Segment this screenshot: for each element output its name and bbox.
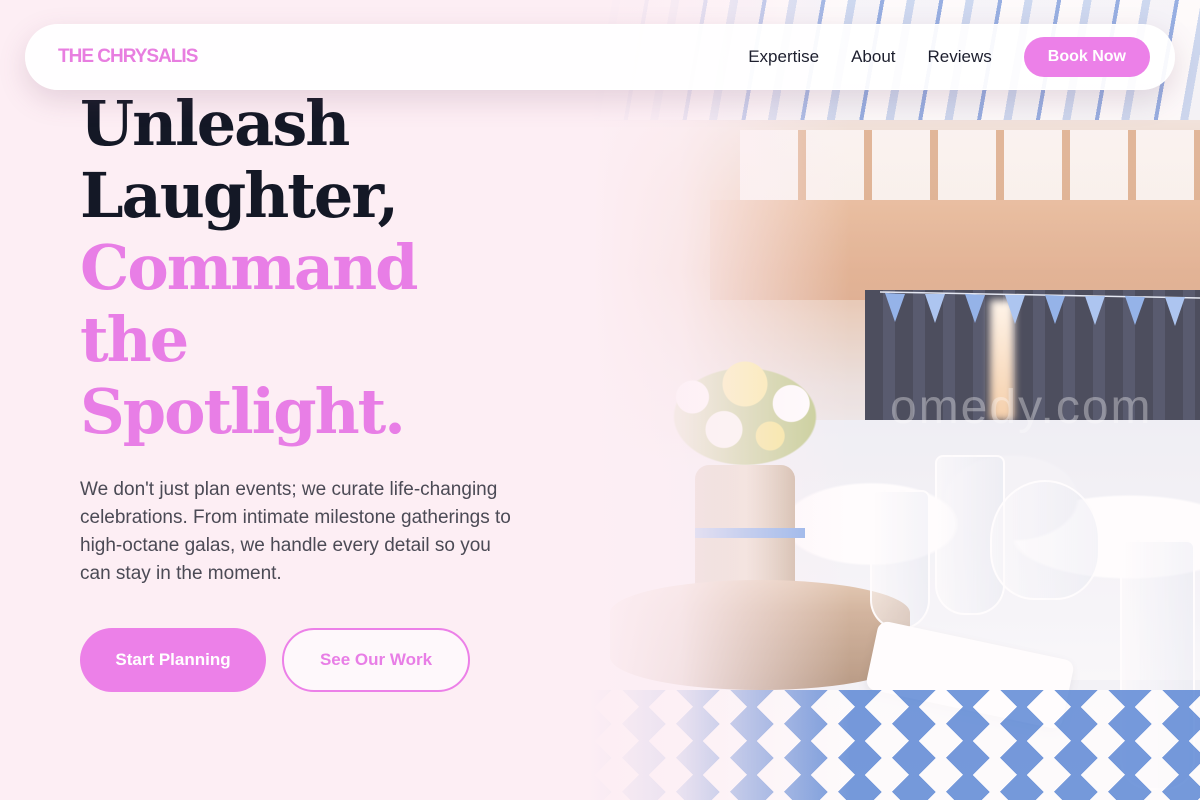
see-our-work-button[interactable]: See Our Work <box>282 628 470 692</box>
navbar: THE CHRYSALIS Expertise About Reviews Bo… <box>25 24 1175 90</box>
headline-accent-line: Command <box>80 231 419 304</box>
headline-line: Unleash <box>80 87 350 160</box>
brand-logo[interactable]: THE CHRYSALIS <box>58 46 198 68</box>
start-planning-button[interactable]: Start Planning <box>80 628 266 692</box>
hero-image: omedy.com <box>590 0 1200 800</box>
headline-accent-line: the <box>80 303 189 376</box>
headline-line: Laughter, <box>80 159 399 232</box>
hero-section: Unleash Laughter, Command the Spotlight.… <box>80 88 600 692</box>
nav-links: Expertise About Reviews Book Now <box>748 37 1150 77</box>
nav-link-expertise[interactable]: Expertise <box>748 47 819 67</box>
headline-accent-line: Spotlight. <box>80 375 406 448</box>
hero-actions: Start Planning See Our Work <box>80 628 600 692</box>
hero-description: We don't just plan events; we curate lif… <box>80 479 511 584</box>
nav-link-about[interactable]: About <box>851 47 895 67</box>
hero-headline: Unleash Laughter, Command the Spotlight. <box>80 88 600 448</box>
book-now-button[interactable]: Book Now <box>1023 37 1150 77</box>
left-fade <box>590 0 850 800</box>
nav-link-reviews[interactable]: Reviews <box>928 47 992 67</box>
